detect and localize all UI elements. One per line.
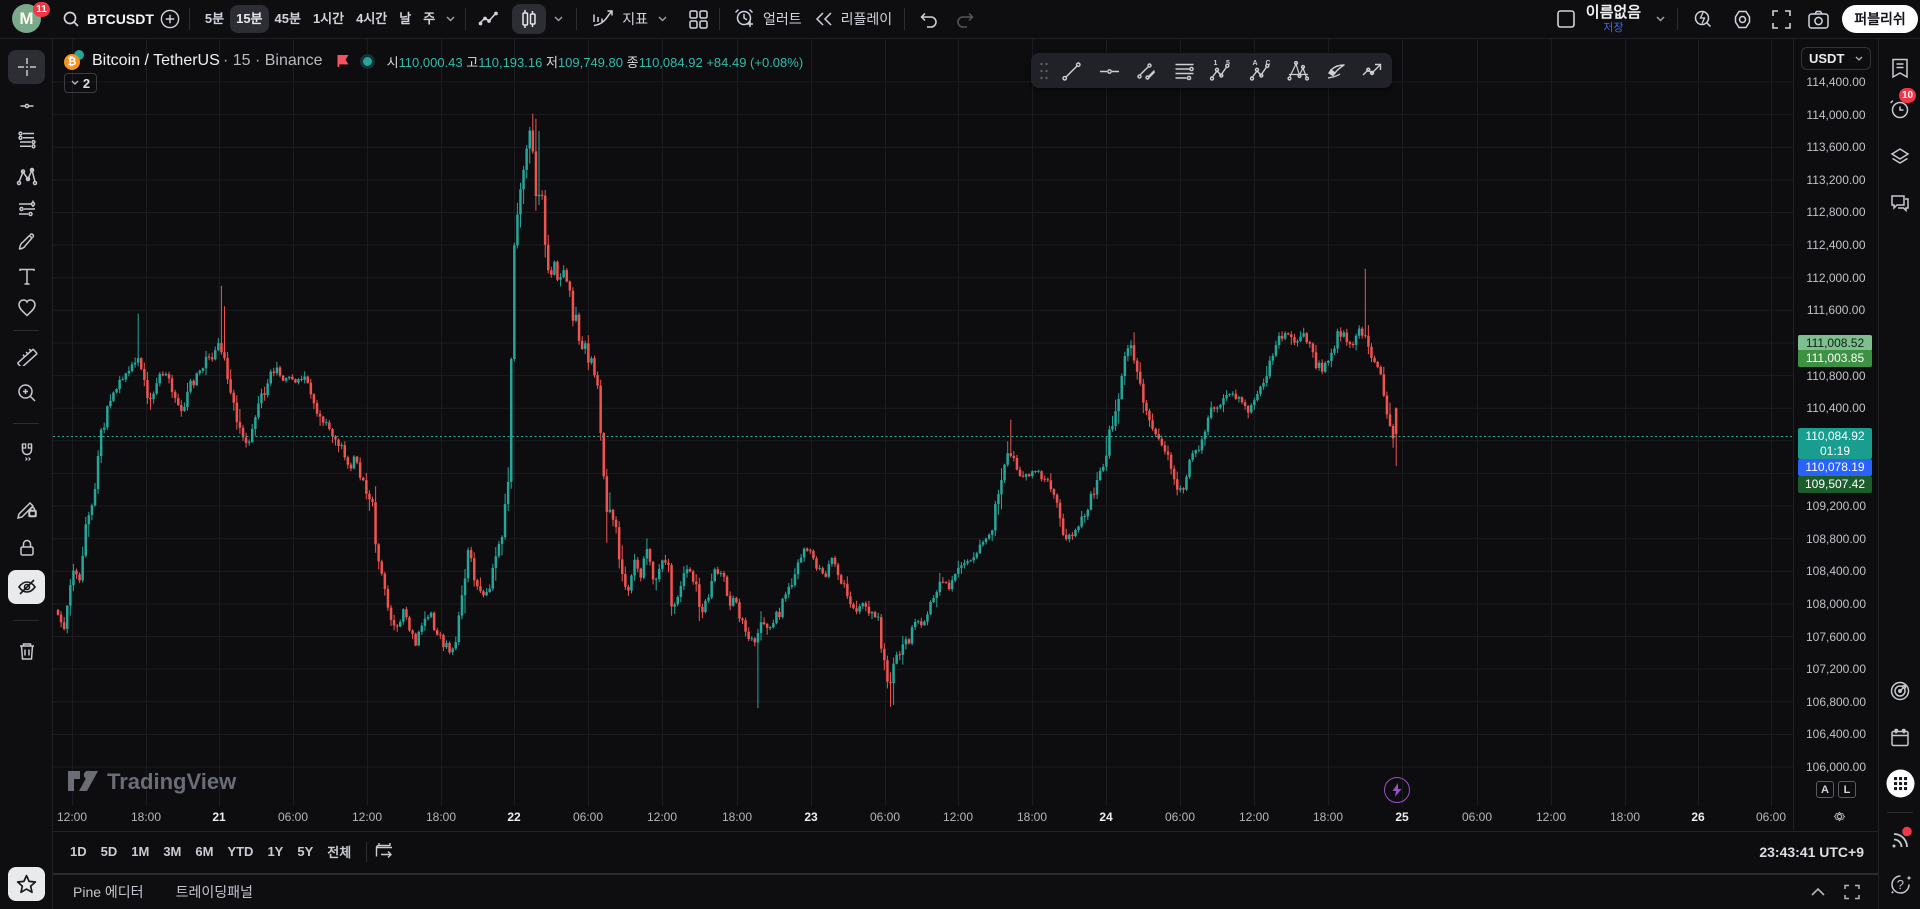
svg-text:5: 5 [1226,60,1230,67]
svg-text:?: ? [1896,877,1903,892]
svg-text:1: 1 [1213,60,1217,67]
svg-text:C: C [1265,60,1270,67]
svg-text:A: A [1252,60,1257,67]
